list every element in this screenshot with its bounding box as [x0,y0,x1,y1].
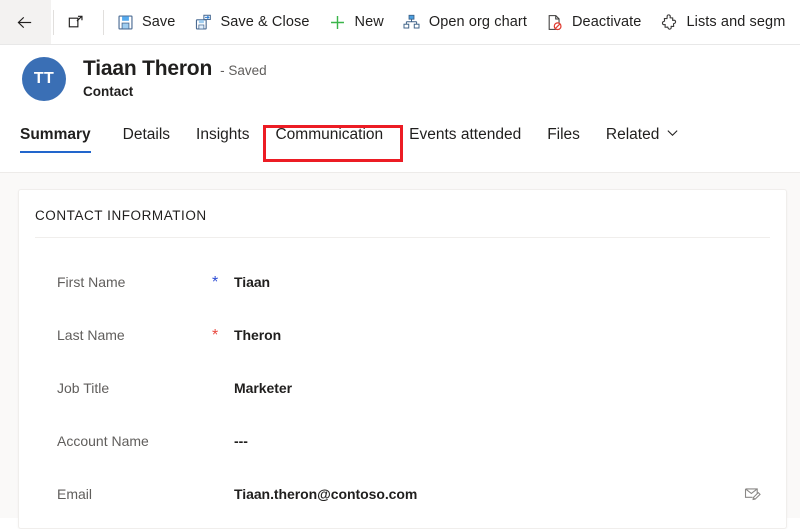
tab-summary-label: Summary [20,126,91,143]
required-marker-icon: * [212,326,219,344]
contact-information-card: CONTACT INFORMATION First Name * Tiaan L… [18,189,787,529]
job-title-label: Job Title [57,379,110,396]
field-row-account-name: Account Name --- [19,414,786,467]
new-button-label: New [354,14,384,30]
tab-communication[interactable]: Communication [262,122,396,162]
form-canvas: CONTACT INFORMATION First Name * Tiaan L… [0,172,800,529]
plus-icon [328,12,348,32]
tab-insights[interactable]: Insights [183,122,262,162]
tab-insights-label: Insights [196,126,250,143]
page-title: Tiaan Theron [83,57,213,80]
tab-summary[interactable]: Summary [20,122,104,162]
tab-bar: Summary Details Insights Communication E… [0,122,800,170]
field-row-first-name: First Name * Tiaan [19,255,786,308]
field-row-email: Email Tiaan.theron@contoso.com [19,467,786,520]
open-org-chart-label: Open org chart [428,14,527,30]
first-name-label: First Name [57,273,126,290]
email-label: Email [57,485,93,502]
deactivate-icon [545,12,565,32]
chevron-down-icon [666,126,679,144]
new-button[interactable]: New [319,0,393,44]
save-icon [115,12,135,32]
tab-related-label: Related [605,126,660,143]
job-title-marker-placeholder [212,387,234,389]
save-button-label: Save [142,14,176,30]
recommended-marker-icon: * [212,273,219,291]
record-title-row: Tiaan Theron - Saved [83,57,267,81]
job-title-value[interactable]: Marketer [234,380,292,396]
email-marker-placeholder [212,493,234,495]
card-section-title: CONTACT INFORMATION [35,208,207,223]
tab-events-attended[interactable]: Events attended [396,122,534,162]
save-close-icon [193,12,213,32]
save-and-close-button[interactable]: Save & Close [184,0,318,44]
avatar-initials: TT [33,70,55,87]
last-name-label: Last Name [57,326,125,343]
lists-and-segments-label: Lists and segm [686,14,786,30]
email-value[interactable]: Tiaan.theron@contoso.com [234,486,417,502]
avatar: TT [22,57,66,101]
command-bar-divider-2 [103,9,104,35]
first-name-value[interactable]: Tiaan [234,274,270,290]
record-header: TT Tiaan Theron - Saved Contact [0,46,800,119]
contact-record-page: Save Save & Close New Open org chart Dea… [0,0,800,529]
field-list: First Name * Tiaan Last Name * Theron Jo… [19,238,786,520]
field-row-job-title: Job Title Marketer [19,361,786,414]
deactivate-label: Deactivate [571,14,642,30]
open-org-chart-button[interactable]: Open org chart [393,0,536,44]
lists-segments-icon [659,12,679,32]
command-bar-divider-1 [53,9,54,35]
save-button[interactable]: Save [106,0,184,44]
back-arrow-icon [14,12,34,32]
account-name-value[interactable]: --- [234,433,248,449]
record-entity-label: Contact [83,84,134,99]
record-title-block: Tiaan Theron - Saved Contact [83,57,267,99]
field-row-last-name: Last Name * Theron [19,308,786,361]
org-chart-icon [402,12,422,32]
send-email-icon[interactable] [742,484,762,504]
tab-details[interactable]: Details [110,122,183,162]
status-badge: - Saved [220,63,267,78]
lists-and-segments-button[interactable]: Lists and segm [650,0,794,44]
tab-communication-label: Communication [275,126,384,143]
tab-files-label: Files [547,126,580,143]
open-in-new-window-button[interactable] [56,0,101,44]
back-button[interactable] [0,0,51,44]
tab-related[interactable]: Related [593,122,692,162]
command-bar: Save Save & Close New Open org chart Dea… [0,0,800,45]
tab-files[interactable]: Files [534,122,593,162]
deactivate-button[interactable]: Deactivate [536,0,651,44]
account-name-marker-placeholder [212,440,234,442]
save-and-close-label: Save & Close [220,14,310,30]
popout-icon [65,12,85,32]
tab-events-attended-label: Events attended [409,126,522,143]
tab-details-label: Details [122,126,171,143]
last-name-value[interactable]: Theron [234,327,281,343]
account-name-label: Account Name [57,432,149,449]
